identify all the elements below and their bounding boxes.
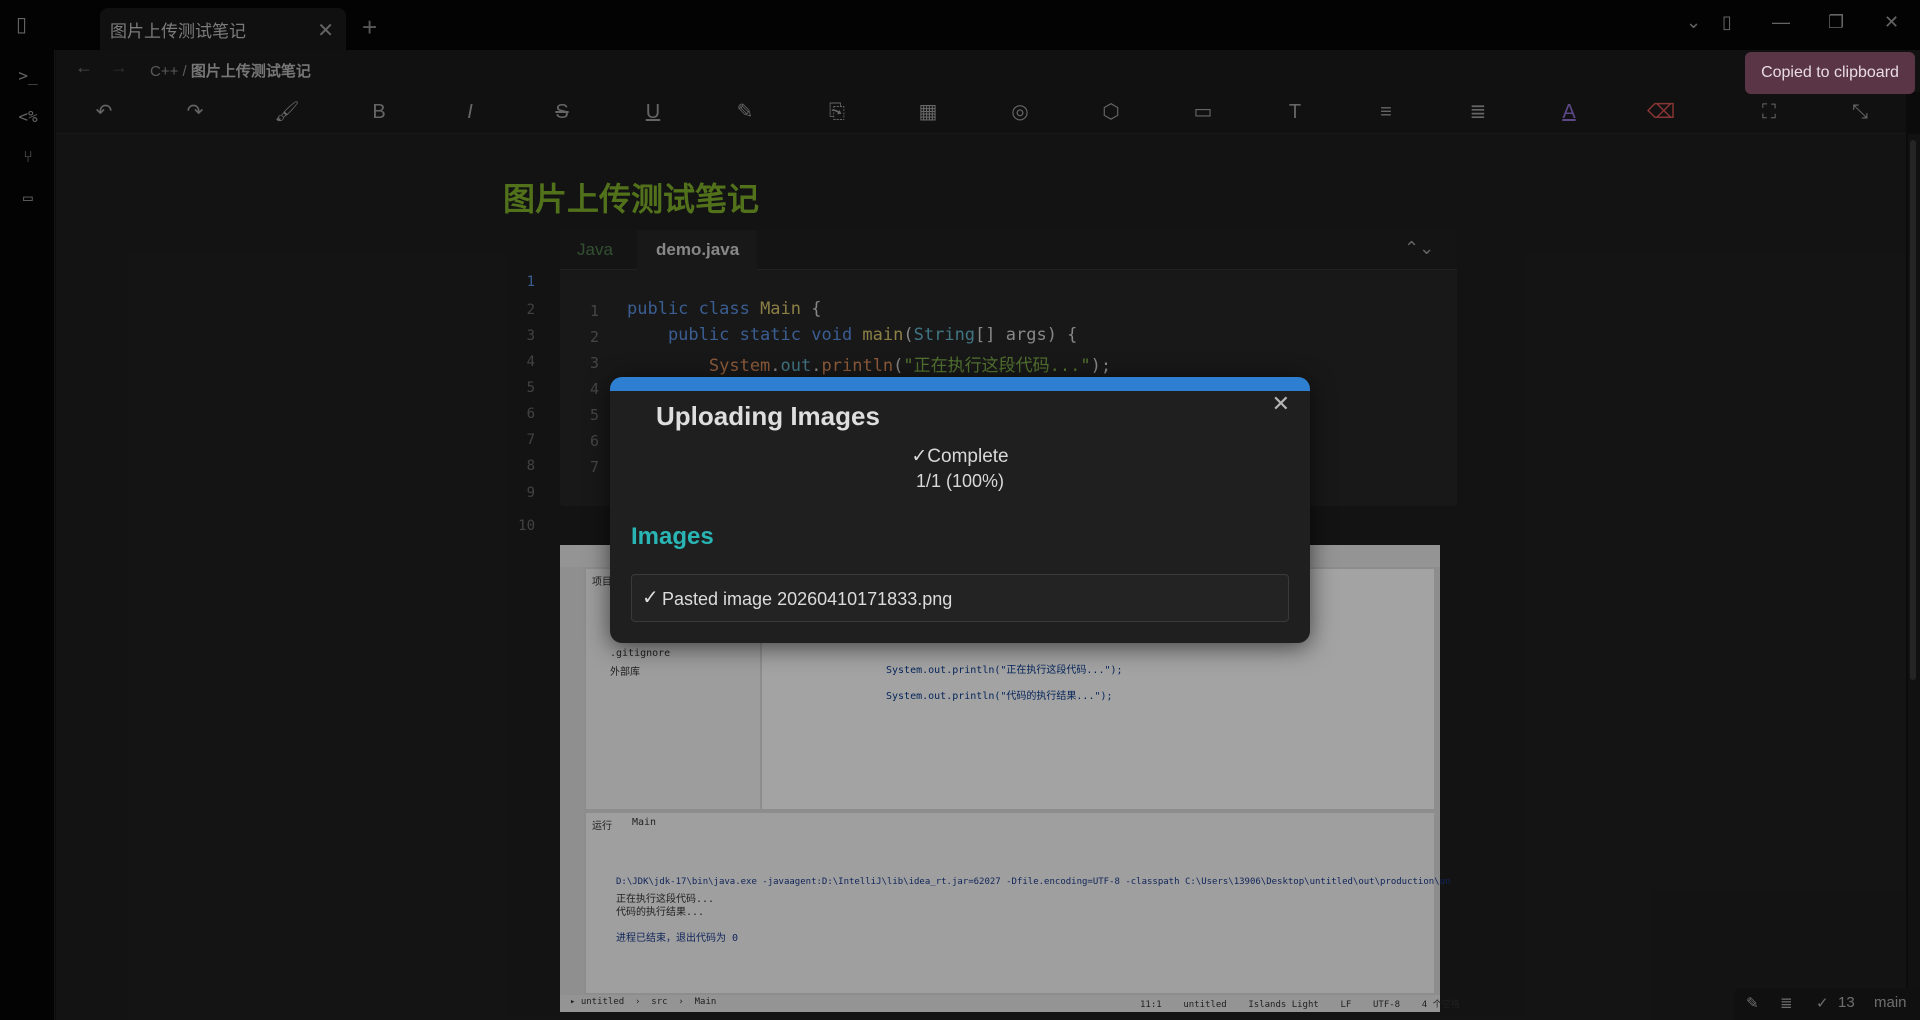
modal-title: Uploading Images xyxy=(656,401,880,431)
images-section-heading: Images xyxy=(631,523,714,550)
uploaded-image-item[interactable]: ✓ Pasted image 20260410171833.png xyxy=(631,574,1289,622)
modal-close-icon[interactable]: ✕ xyxy=(1272,391,1290,417)
upload-status: ✓Complete xyxy=(610,445,1310,468)
upload-status-text: Complete xyxy=(927,446,1009,467)
upload-progress: 1/1 (100%) xyxy=(915,471,1005,491)
uploaded-image-name: Pasted image 20260410171833.png xyxy=(662,589,953,609)
toast-notification: Copied to clipboard xyxy=(1745,52,1915,94)
modal-accent-bar xyxy=(610,377,1310,391)
app-window: ▯ 图片上传测试笔记 ✕ + ⌄ ▯ — ❐ ✕ >_ <% ⑂ ▭ ← → C… xyxy=(0,0,1920,1020)
circle-check-icon: ✓ xyxy=(642,587,659,609)
upload-modal: ✕ Uploading Images ✓Complete 1/1 (100%) … xyxy=(610,377,1310,643)
check-icon: ✓ xyxy=(911,446,928,467)
